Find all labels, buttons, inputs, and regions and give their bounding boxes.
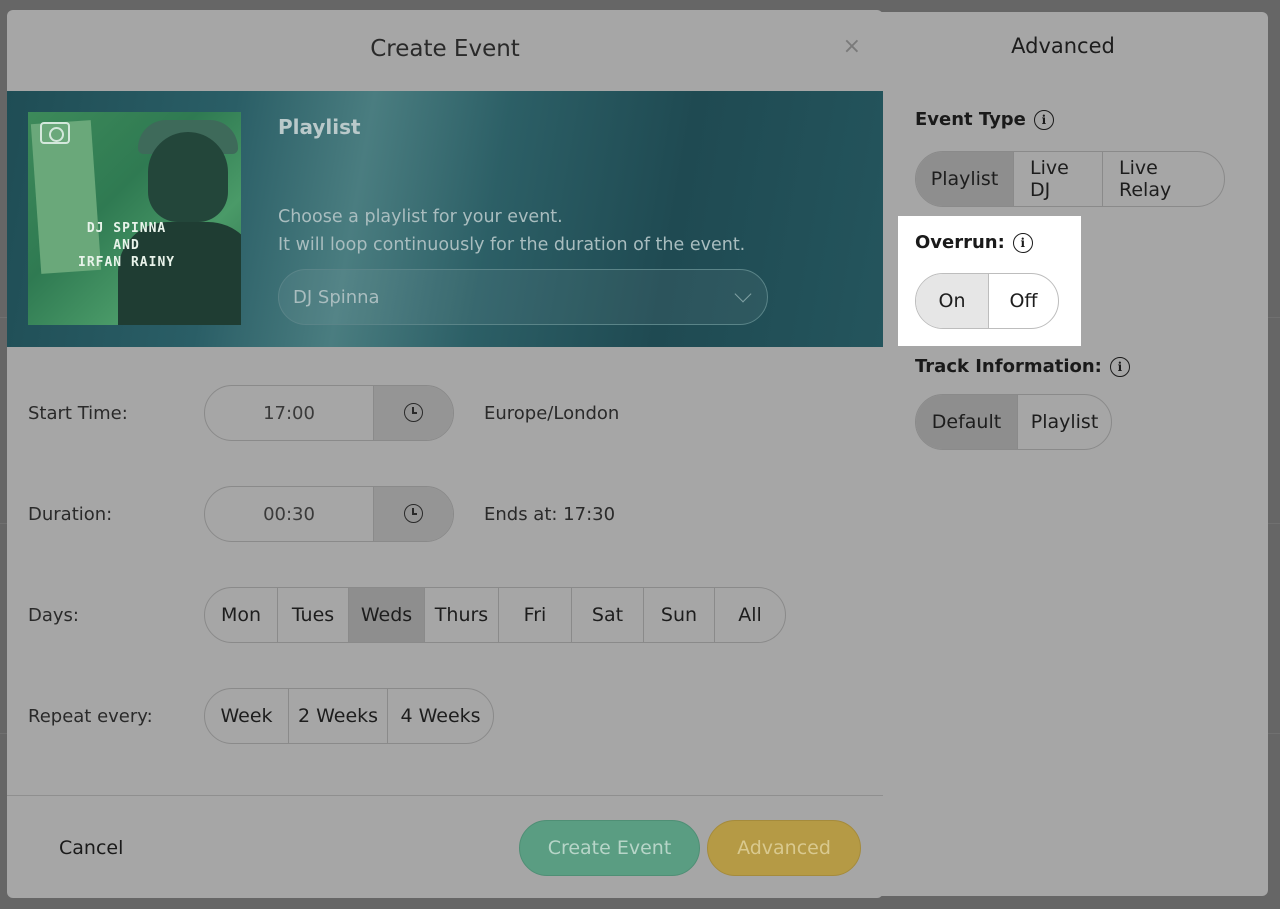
playlist-hero: DJ SPINNA AND IRFAN RAINY Playlist Choos… <box>7 91 883 347</box>
info-icon[interactable]: i <box>1109 356 1130 377</box>
overrun-highlight: Overrun: i On Off <box>898 216 1081 346</box>
camera-icon[interactable] <box>40 122 70 144</box>
overrun-option-off[interactable]: Off <box>988 274 1058 328</box>
duration-label: Duration: <box>28 504 113 525</box>
day-option-tues[interactable]: Tues <box>277 588 348 642</box>
overrun-toggle: On Off <box>915 273 1059 329</box>
event-type-label: Event Type i <box>915 109 1054 130</box>
modal-title: Create Event <box>370 36 520 62</box>
artwork-text-line: IRFAN RAINY <box>78 255 176 270</box>
create-event-button[interactable]: Create Event <box>519 820 700 876</box>
days-label: Days: <box>28 605 79 626</box>
track-info-option-default[interactable]: Default <box>916 395 1017 449</box>
repeat-label: Repeat every: <box>28 706 153 727</box>
create-event-modal: Create Event × DJ SPINNA AND IRFAN RAINY… <box>7 10 883 898</box>
day-option-fri[interactable]: Fri <box>498 588 571 642</box>
artwork-text-line: AND <box>113 238 140 253</box>
overrun-option-on[interactable]: On <box>916 274 988 328</box>
overrun-label: Overrun: i <box>915 232 1033 253</box>
repeat-option-4-weeks[interactable]: 4 Weeks <box>387 689 493 743</box>
duration-picker-button[interactable] <box>373 487 453 541</box>
event-type-selector: Playlist Live DJ Live Relay <box>915 151 1225 207</box>
repeat-option-week[interactable]: Week <box>205 689 288 743</box>
day-option-weds[interactable]: Weds <box>348 588 424 642</box>
day-option-sun[interactable]: Sun <box>643 588 714 642</box>
track-info-label-text: Track Information: <box>915 356 1102 377</box>
advanced-panel-title: Advanced <box>1011 34 1115 58</box>
artwork-face <box>148 132 228 222</box>
day-option-thurs[interactable]: Thurs <box>424 588 498 642</box>
advanced-panel: Advanced Event Type i Playlist Live DJ L… <box>858 12 1268 896</box>
artwork-text-line: DJ SPINNA <box>86 221 167 236</box>
event-type-option-live-relay[interactable]: Live Relay <box>1102 152 1224 206</box>
clock-icon <box>404 403 423 422</box>
playlist-description-line: Choose a playlist for your event. <box>278 207 563 227</box>
start-time-input[interactable]: 17:00 <box>205 386 373 440</box>
playlist-description-line: It will loop continuously for the durati… <box>278 235 746 255</box>
artwork-text: DJ SPINNA AND IRFAN RAINY <box>78 220 175 271</box>
day-option-mon[interactable]: Mon <box>205 588 277 642</box>
repeat-option-2-weeks[interactable]: 2 Weeks <box>288 689 387 743</box>
day-option-sat[interactable]: Sat <box>571 588 643 642</box>
days-selector: Mon Tues Weds Thurs Fri Sat Sun All <box>204 587 786 643</box>
track-info-label: Track Information: i <box>915 356 1130 377</box>
playlist-description: Choose a playlist for your event. It wil… <box>278 203 745 259</box>
playlist-label: Playlist <box>278 115 361 139</box>
ends-at-text: Ends at: 17:30 <box>484 504 616 525</box>
chevron-down-icon <box>734 285 752 303</box>
track-info-option-playlist[interactable]: Playlist <box>1017 395 1111 449</box>
clock-icon <box>404 504 423 523</box>
track-info-selector: Default Playlist <box>915 394 1112 450</box>
event-type-option-playlist[interactable]: Playlist <box>916 152 1013 206</box>
playlist-select[interactable]: DJ Spinna <box>278 269 768 325</box>
info-icon[interactable]: i <box>1012 232 1033 253</box>
repeat-selector: Week 2 Weeks 4 Weeks <box>204 688 494 744</box>
timezone-text: Europe/London <box>484 403 620 424</box>
start-time-field: 17:00 <box>204 385 454 441</box>
advanced-button[interactable]: Advanced <box>707 820 861 876</box>
event-type-option-live-dj[interactable]: Live DJ <box>1013 152 1102 206</box>
info-icon[interactable]: i <box>1033 109 1054 130</box>
close-icon[interactable]: × <box>843 34 861 59</box>
day-option-all[interactable]: All <box>714 588 785 642</box>
start-time-picker-button[interactable] <box>373 386 453 440</box>
footer-divider <box>7 795 883 796</box>
event-type-label-text: Event Type <box>915 109 1026 130</box>
playlist-artwork[interactable]: DJ SPINNA AND IRFAN RAINY <box>28 112 241 325</box>
cancel-button[interactable]: Cancel <box>59 837 123 859</box>
start-time-label: Start Time: <box>28 403 128 424</box>
playlist-select-value: DJ Spinna <box>293 286 380 308</box>
duration-field: 00:30 <box>204 486 454 542</box>
overrun-label-text: Overrun: <box>915 232 1005 253</box>
duration-input[interactable]: 00:30 <box>205 487 373 541</box>
